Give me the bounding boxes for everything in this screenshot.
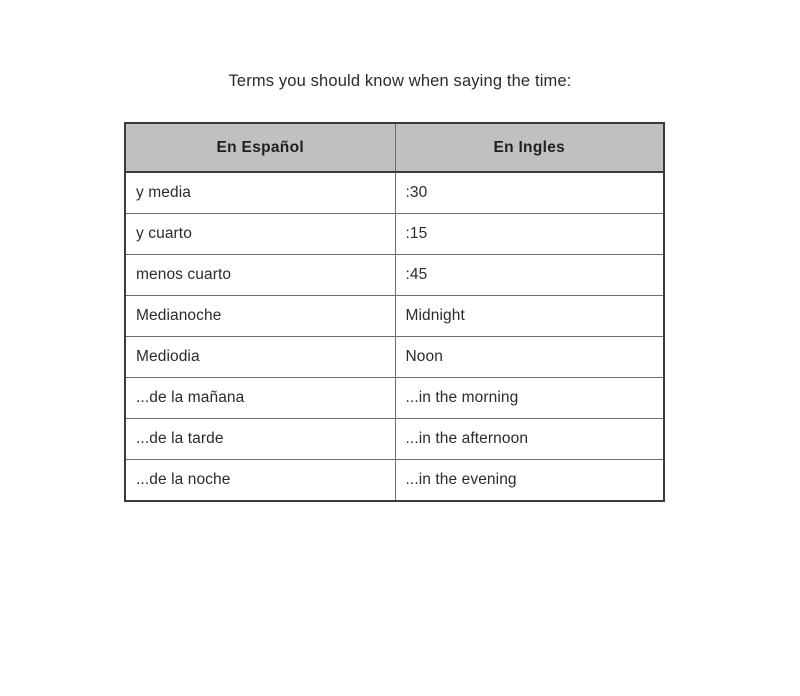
- cell-spanish: y media: [124, 171, 396, 214]
- table-header: En Español En Ingles: [124, 122, 665, 173]
- cell-english: Midnight: [394, 295, 665, 337]
- table-row: ...de la noche ...in the evening: [124, 459, 665, 502]
- cell-spanish: ...de la noche: [124, 459, 396, 502]
- cell-spanish: y cuarto: [124, 213, 396, 255]
- cell-english: ...in the evening: [394, 459, 665, 502]
- cell-spanish: Mediodia: [124, 336, 396, 378]
- cell-spanish: ...de la mañana: [124, 377, 396, 419]
- table-header-row: En Español En Ingles: [124, 122, 665, 173]
- spanish-time-terms-table: En Español En Ingles y media :30 y cuart…: [124, 122, 665, 502]
- cell-spanish: ...de la tarde: [124, 418, 396, 460]
- table-row: Mediodia Noon: [124, 336, 665, 378]
- column-header-english: En Ingles: [394, 122, 665, 173]
- column-header-spanish: En Español: [124, 122, 396, 173]
- table-body: y media :30 y cuarto :15 menos cuarto :4…: [124, 171, 665, 502]
- table-row: ...de la mañana ...in the morning: [124, 377, 665, 419]
- cell-english: :45: [394, 254, 665, 296]
- cell-english: :30: [394, 171, 665, 214]
- table-row: y media :30: [124, 171, 665, 214]
- cell-english: Noon: [394, 336, 665, 378]
- cell-spanish: Medianoche: [124, 295, 396, 337]
- cell-spanish: menos cuarto: [124, 254, 396, 296]
- page-title: Terms you should know when saying the ti…: [228, 72, 572, 90]
- table-row: Medianoche Midnight: [124, 295, 665, 337]
- cell-english: ...in the morning: [394, 377, 665, 419]
- document-page: Terms you should know when saying the ti…: [0, 0, 800, 696]
- cell-english: :15: [394, 213, 665, 255]
- table-row: menos cuarto :45: [124, 254, 665, 296]
- terms-table-container: En Español En Ingles y media :30 y cuart…: [124, 122, 665, 502]
- table-row: ...de la tarde ...in the afternoon: [124, 418, 665, 460]
- cell-english: ...in the afternoon: [394, 418, 665, 460]
- table-row: y cuarto :15: [124, 213, 665, 255]
